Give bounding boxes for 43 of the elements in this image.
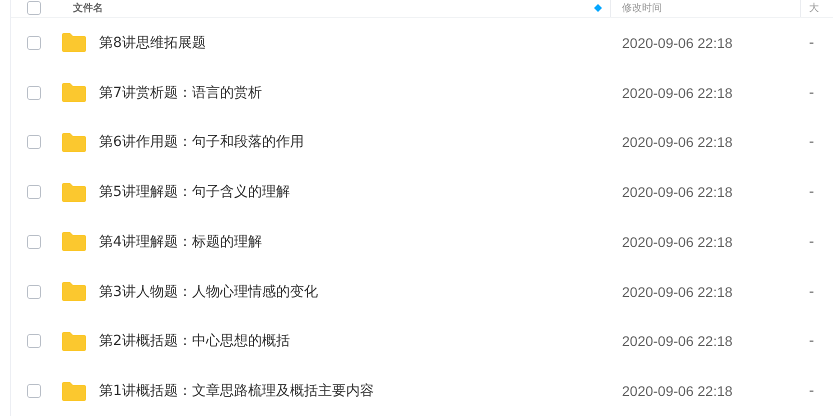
folder-icon — [61, 380, 87, 402]
file-size: - — [808, 234, 816, 250]
modified-time: 2020-09-06 22:18 — [621, 284, 734, 300]
file-size: - — [808, 134, 816, 150]
file-name[interactable]: 第6讲作用题：句子和段落的作用 — [99, 133, 304, 152]
modified-time: 2020-09-06 22:18 — [621, 134, 734, 150]
file-size: - — [808, 34, 816, 51]
row-checkbox[interactable] — [27, 384, 41, 398]
modified-time: 2020-09-06 22:18 — [621, 383, 734, 400]
file-size: - — [808, 333, 816, 350]
file-name[interactable]: 第4讲理解题：标题的理解 — [99, 232, 262, 251]
folder-icon — [61, 82, 87, 104]
file-name[interactable]: 第1讲概括题：文章思路梳理及概括主要内容 — [99, 382, 374, 400]
file-name[interactable]: 第7讲赏析题：语言的赏析 — [99, 84, 262, 102]
row-checkbox[interactable] — [27, 185, 41, 200]
folder-icon — [61, 330, 87, 352]
modified-time: 2020-09-06 22:18 — [621, 84, 734, 101]
file-name[interactable]: 第8讲思维拓展题 — [99, 34, 206, 52]
modified-time: 2020-09-06 22:18 — [621, 333, 734, 350]
select-all-checkbox[interactable] — [27, 1, 41, 16]
row-checkbox[interactable] — [27, 36, 41, 50]
file-size: - — [808, 284, 816, 300]
row-checkbox[interactable] — [27, 234, 41, 249]
file-name[interactable]: 第5讲理解题：句子含义的理解 — [99, 183, 290, 202]
file-size: - — [808, 184, 816, 200]
folder-icon — [61, 231, 87, 252]
row-checkbox[interactable] — [27, 86, 41, 100]
folder-icon — [61, 132, 87, 153]
file-name[interactable]: 第2讲概括题：中心思想的概括 — [99, 332, 290, 350]
row-checkbox[interactable] — [27, 135, 41, 150]
row-checkbox[interactable] — [27, 284, 41, 299]
row-checkbox[interactable] — [27, 334, 41, 348]
folder-icon — [61, 182, 87, 203]
folder-icon — [61, 32, 87, 54]
modified-time: 2020-09-06 22:18 — [621, 184, 734, 200]
modified-time: 2020-09-06 22:18 — [621, 34, 734, 51]
file-size: - — [808, 84, 816, 101]
column-header[interactable]: 文件名 — [73, 1, 103, 16]
file-name[interactable]: 第3讲人物题：人物心理情感的变化 — [99, 282, 318, 301]
file-size: - — [808, 383, 816, 400]
folder-icon — [61, 281, 87, 302]
modified-time: 2020-09-06 22:18 — [621, 234, 734, 250]
sort-icon[interactable] — [594, 4, 602, 12]
